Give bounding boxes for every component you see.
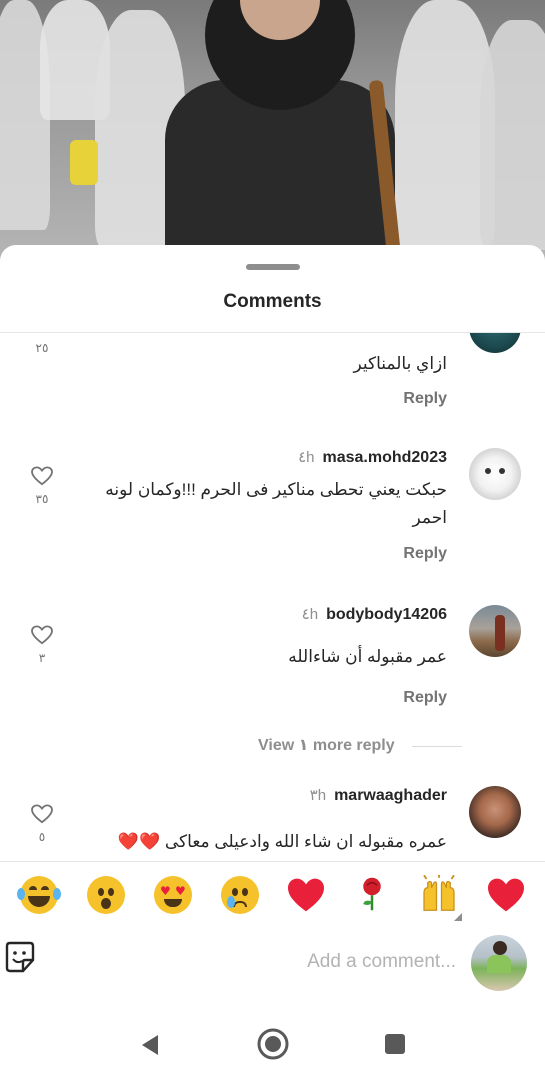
emoji-bar-divider xyxy=(0,861,545,862)
like-count: ٣٥ xyxy=(35,492,49,506)
view-more-replies-button[interactable]: View ١ more reply xyxy=(258,735,395,755)
commenter-avatar[interactable] xyxy=(469,333,521,353)
red-heart-icon[interactable] xyxy=(284,873,328,917)
heart-outline-icon[interactable] xyxy=(31,333,53,335)
recent-apps-icon[interactable] xyxy=(383,1032,407,1056)
like-control: ٣٥ xyxy=(30,466,54,506)
like-control: ٣ xyxy=(30,625,54,665)
replies-divider-line xyxy=(412,746,462,747)
like-count: ٥ xyxy=(38,830,46,844)
commenter-avatar[interactable] xyxy=(469,605,521,657)
add-comment-input[interactable] xyxy=(200,947,456,977)
smiling-face-with-heart-eyes-icon[interactable]: ♥ ♥ xyxy=(151,873,195,917)
sheet-title: Comments xyxy=(223,291,322,312)
comment-text: عمره مقبوله ان شاء الله وادعيلى معاكى ❤️… xyxy=(117,832,447,851)
heart-outline-icon[interactable] xyxy=(31,466,53,486)
reply-button[interactable]: Reply xyxy=(403,390,447,408)
comments-list[interactable]: ازاي بالمناكير Reply ٢٥ ٤h masa.mohd2023 … xyxy=(0,333,545,861)
comment-text: ازاي بالمناكير xyxy=(353,354,447,373)
sticker-icon[interactable] xyxy=(3,940,37,974)
post-background-photo xyxy=(0,0,545,260)
heart-outline-icon[interactable] xyxy=(31,804,53,824)
sheet-drag-handle[interactable] xyxy=(246,264,300,270)
comment-header: ٤h bodybody14206 xyxy=(302,605,447,624)
comment-time: ٤h xyxy=(301,606,319,623)
like-control: ٢٥ xyxy=(30,333,54,355)
heart-outline-icon[interactable] xyxy=(31,625,53,645)
more-reactions-indicator[interactable] xyxy=(454,913,462,921)
comment-username[interactable]: bodybody14206 xyxy=(326,606,447,623)
face-with-open-mouth-icon[interactable] xyxy=(84,873,128,917)
comments-sheet: Comments ازاي بالمناكير Reply ٢٥ ٤h masa.… xyxy=(0,245,545,1080)
rose-icon[interactable] xyxy=(350,873,394,917)
comment-composer xyxy=(0,935,545,995)
commenter-avatar[interactable] xyxy=(469,786,521,838)
emoji-quick-reactions: ♥ ♥ xyxy=(0,873,545,929)
like-count: ٢٥ xyxy=(35,341,49,355)
comment-text: حبكت يعني تحطى مناكير فى الحرم !!!وكمان … xyxy=(105,480,447,527)
comment-time: ٣h xyxy=(309,787,327,804)
reply-button[interactable]: Reply xyxy=(403,545,447,563)
crying-face-icon[interactable] xyxy=(218,873,262,917)
comment-username[interactable]: marwaaghader xyxy=(334,787,447,804)
comment-header: ٤h masa.mohd2023 xyxy=(298,448,447,467)
face-with-tears-of-joy-icon[interactable] xyxy=(17,873,61,917)
current-user-avatar[interactable] xyxy=(471,935,527,991)
home-icon[interactable] xyxy=(256,1027,290,1061)
raising-hands-icon[interactable] xyxy=(417,873,461,917)
red-heart-icon[interactable] xyxy=(484,873,528,917)
commenter-avatar[interactable] xyxy=(469,448,521,500)
system-navigation-bar xyxy=(0,1015,545,1080)
reply-button[interactable]: Reply xyxy=(403,689,447,707)
back-icon[interactable] xyxy=(138,1033,162,1057)
comment-header: ٣h marwaaghader xyxy=(310,786,447,805)
like-count: ٣ xyxy=(38,651,46,665)
comment-time: ٤h xyxy=(298,449,315,466)
like-control: ٥ xyxy=(30,804,54,844)
comment-username[interactable]: masa.mohd2023 xyxy=(322,449,447,466)
comment-text: عمر مقبوله أن شاءالله xyxy=(288,647,447,666)
